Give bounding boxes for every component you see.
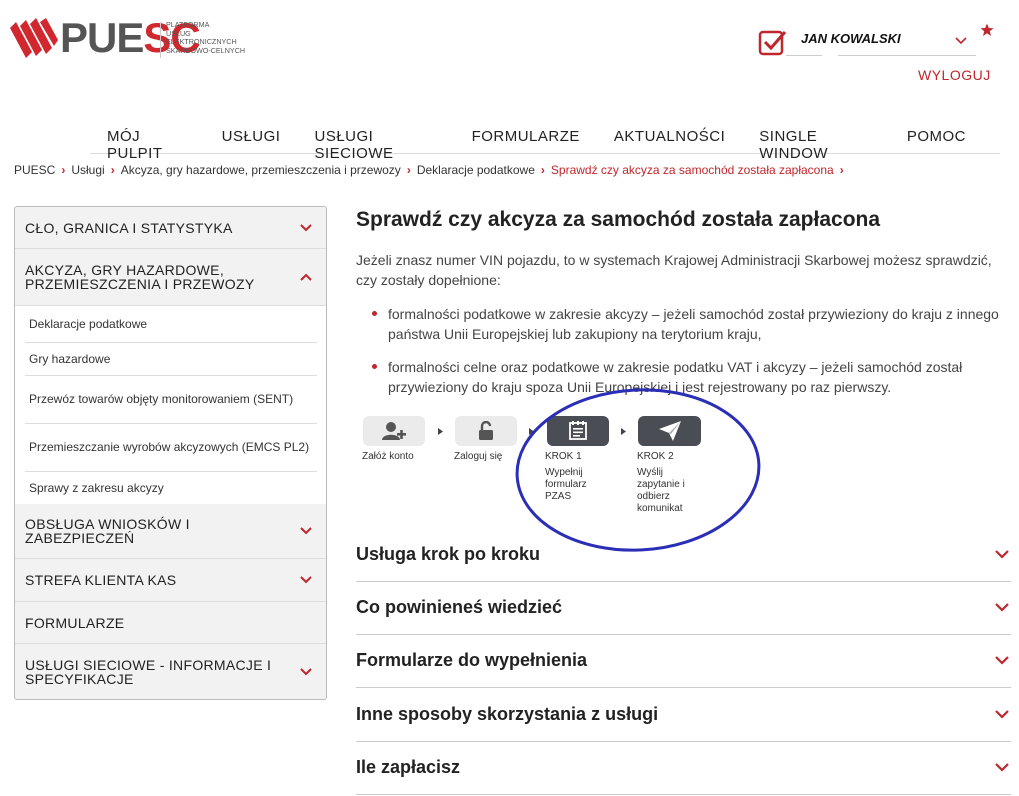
breadcrumb-item[interactable]: Akcyza, gry hazardowe, przemieszczenia i… bbox=[121, 163, 401, 177]
login-step-button[interactable] bbox=[455, 416, 517, 446]
chevron-right-icon: › bbox=[406, 163, 411, 177]
intro-text: Jeżeli znasz numer VIN pojazdu, to w sys… bbox=[356, 252, 992, 288]
nav-item-formularze[interactable]: FORMULARZE bbox=[472, 128, 580, 153]
chevron-down-icon bbox=[995, 550, 1009, 559]
bullet-dot-icon bbox=[372, 311, 377, 316]
logo-subtitle-line: SKARBOWO-CELNYCH bbox=[166, 45, 246, 55]
chevron-up-icon bbox=[300, 273, 312, 281]
sidebar-section-label: FORMULARZE bbox=[25, 614, 125, 631]
accordion-label: Usługa krok po kroku bbox=[356, 544, 541, 564]
logout-link[interactable]: WYLOGUJ bbox=[918, 67, 991, 83]
chevron-right-icon: › bbox=[61, 163, 66, 177]
nav-item-uslugi[interactable]: USŁUGI bbox=[222, 128, 281, 153]
sidebar-section-akcyza[interactable]: AKCYZA, GRY HAZARDOWE, PRZEMIESZCZENIA I… bbox=[15, 249, 326, 306]
register-step-button[interactable] bbox=[363, 416, 425, 446]
sidebar-subitem-deklaracje[interactable]: Deklaracje podatkowe bbox=[25, 306, 317, 343]
accordion-row-co-powinienes[interactable]: Co powinieneś wiedzieć bbox=[356, 582, 1011, 635]
chevron-down-icon bbox=[300, 223, 312, 231]
annotation-circle bbox=[515, 388, 761, 552]
chevron-down-icon bbox=[995, 656, 1009, 665]
sidebar-section-strefa[interactable]: STREFA KLIENTA KAS bbox=[15, 559, 326, 602]
sidebar-section-label: AKCYZA, GRY HAZARDOWE, PRZEMIESZCZENIA I… bbox=[25, 262, 255, 292]
logo-subtitle: PLATFORMA USŁUG ELEKTRONICZNYCH SKARBOWO… bbox=[166, 20, 256, 55]
main-nav: MÓJ PULPIT USŁUGI USŁUGI SIECIOWE FORMUL… bbox=[90, 128, 1000, 162]
puesc-logo-icon[interactable] bbox=[8, 18, 58, 64]
accordion-row-krok-po-kroku[interactable]: Usługa krok po kroku bbox=[356, 529, 1011, 582]
register-step-label[interactable]: Załóż konto bbox=[362, 451, 414, 463]
user-underline bbox=[786, 55, 822, 56]
sidebar-subitem-sent[interactable]: Przewóz towarów objęty monitorowaniem (S… bbox=[25, 376, 317, 424]
accordion-label: Co powinieneś wiedzieć bbox=[356, 597, 563, 617]
nav-item-moj-pulpit[interactable]: MÓJ PULPIT bbox=[107, 128, 188, 162]
unlock-icon bbox=[479, 421, 493, 440]
accordion-row-inne-sposoby[interactable]: Inne sposoby skorzystania z usługi bbox=[356, 689, 1011, 742]
chevron-down-icon bbox=[300, 576, 312, 584]
chevron-down-icon bbox=[300, 527, 312, 535]
star-icon[interactable] bbox=[980, 23, 994, 37]
chevron-right-icon: › bbox=[110, 163, 115, 177]
step-arrow-icon bbox=[438, 428, 443, 435]
chevron-right-icon: › bbox=[839, 163, 844, 177]
sidebar-submenu: Deklaracje podatkowe Gry hazardowe Przew… bbox=[15, 306, 326, 504]
nav-item-uslugi-sieciowe[interactable]: USŁUGI SIECIOWE bbox=[314, 128, 437, 162]
sidebar-section-label: OBSŁUGA WNIOSKÓW I ZABEZPIECZEŃ bbox=[25, 516, 190, 546]
logo-wordmark-gray: PUE bbox=[60, 14, 144, 61]
sidebar-section-label: USŁUGI SIECIOWE - INFORMACJE I SPECYFIKA… bbox=[25, 656, 272, 687]
logo-divider bbox=[160, 22, 161, 58]
list-item-text: formalności podatkowe w zakresie akcyzy … bbox=[388, 306, 999, 342]
chevron-down-icon bbox=[995, 603, 1009, 612]
chevron-down-icon bbox=[995, 710, 1009, 719]
sidebar-section-clo[interactable]: CŁO, GRANICA I STATYSTYKA bbox=[15, 207, 326, 249]
user-underline bbox=[838, 55, 976, 56]
sidebar-section-formularze[interactable]: FORMULARZE bbox=[15, 602, 326, 644]
chevron-right-icon: › bbox=[540, 163, 545, 177]
chevron-down-icon bbox=[995, 763, 1009, 772]
checkbox-check-icon[interactable] bbox=[758, 28, 788, 58]
accordion-label: Inne sposoby skorzystania z usługi bbox=[356, 704, 659, 724]
accordion-label: Ile zapłacisz bbox=[356, 757, 461, 777]
breadcrumb-item[interactable]: Deklaracje podatkowe bbox=[417, 163, 535, 177]
login-step-label[interactable]: Zaloguj się bbox=[454, 451, 502, 463]
nav-item-aktualnosci[interactable]: AKTUALNOŚCI bbox=[614, 128, 725, 153]
accordion-label: Formularze do wypełnienia bbox=[356, 650, 588, 670]
sidebar-section-label: CŁO, GRANICA I STATYSTYKA bbox=[25, 219, 233, 236]
accordion-row-formularze[interactable]: Formularze do wypełnienia bbox=[356, 635, 1011, 688]
nav-item-pomoc[interactable]: POMOC bbox=[907, 128, 966, 153]
accordion-row-ile-zaplacisz[interactable]: Ile zapłacisz bbox=[356, 742, 1011, 795]
sidebar-section-uslugi-sieciowe[interactable]: USŁUGI SIECIOWE - INFORMACJE I SPECYFIKA… bbox=[15, 644, 326, 699]
sidebar-section-wnioski[interactable]: OBSŁUGA WNIOSKÓW I ZABEZPIECZEŃ bbox=[15, 504, 326, 559]
chevron-down-icon[interactable] bbox=[954, 34, 968, 48]
breadcrumb-item[interactable]: PUESC bbox=[14, 163, 55, 177]
bullet-dot-icon bbox=[372, 364, 377, 369]
breadcrumb-item[interactable]: Usługi bbox=[71, 163, 104, 177]
sidebar: CŁO, GRANICA I STATYSTYKA AKCYZA, GRY HA… bbox=[14, 206, 327, 700]
sidebar-subitem-sprawy[interactable]: Sprawy z zakresu akcyzy bbox=[25, 472, 317, 504]
page-title: Sprawdź czy akcyza za samochód została z… bbox=[356, 208, 881, 231]
sidebar-section-label: STREFA KLIENTA KAS bbox=[25, 572, 177, 588]
user-name[interactable]: JAN KOWALSKI bbox=[801, 31, 901, 46]
sidebar-subitem-gry[interactable]: Gry hazardowe bbox=[25, 343, 317, 376]
nav-item-single-window[interactable]: SINGLE WINDOW bbox=[759, 128, 873, 162]
list-item: formalności podatkowe w zakresie akcyzy … bbox=[372, 304, 1002, 344]
chevron-down-icon bbox=[300, 667, 312, 675]
breadcrumb: PUESC › Usługi › Akcyza, gry hazardowe, … bbox=[14, 163, 850, 177]
sidebar-subitem-emcs[interactable]: Przemieszczanie wyrobów akcyzowych (EMCS… bbox=[25, 424, 317, 472]
add-user-icon bbox=[382, 422, 406, 440]
breadcrumb-current: Sprawdź czy akcyza za samochód została z… bbox=[550, 163, 834, 177]
